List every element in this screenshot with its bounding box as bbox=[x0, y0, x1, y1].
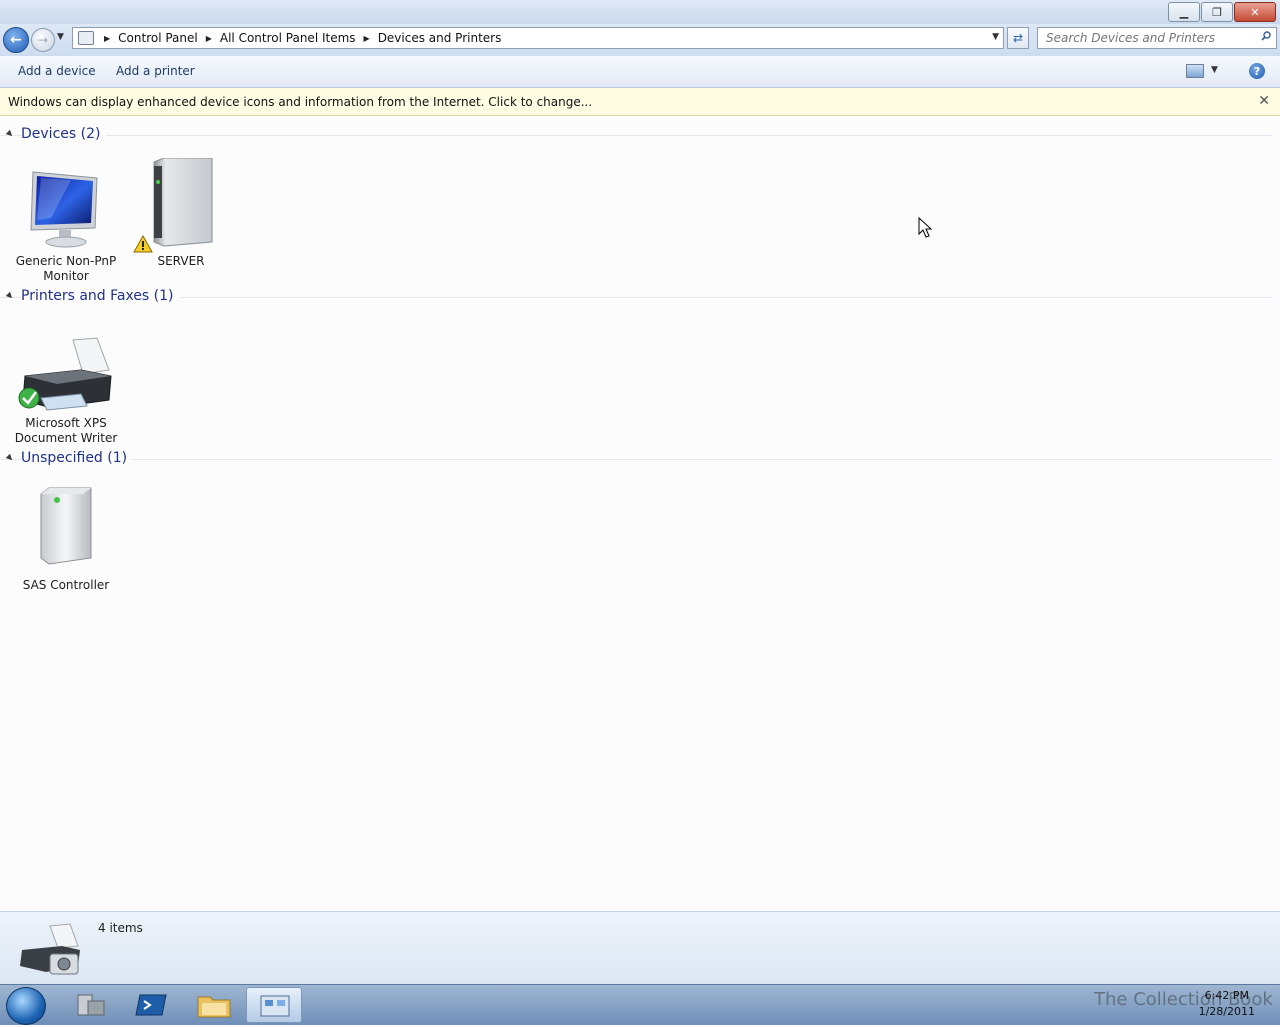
device-sas-controller[interactable]: SAS Controller bbox=[11, 482, 121, 593]
printer-icon bbox=[18, 337, 112, 411]
chevron-right-icon[interactable]: ▶ bbox=[206, 34, 212, 43]
control-panel-icon bbox=[260, 995, 290, 1017]
search-icon[interactable] bbox=[1261, 31, 1271, 41]
group-header-devices[interactable]: Devices (2) bbox=[0, 125, 1280, 145]
taskbar: The Collection Book 6:42 PM 1/28/2011 bbox=[0, 984, 1280, 1025]
breadcrumb: ▶ Control Panel ▶ All Control Panel Item… bbox=[100, 31, 501, 45]
group-title-unspecified[interactable]: Unspecified (1) bbox=[21, 450, 134, 466]
taskbar-explorer[interactable] bbox=[186, 987, 242, 1023]
command-bar: Add a device Add a printer ▼ ? bbox=[0, 56, 1280, 88]
taskbar-powershell[interactable] bbox=[124, 987, 180, 1023]
start-button[interactable] bbox=[6, 987, 46, 1025]
group-divider bbox=[0, 459, 1272, 460]
arrow-right-icon: → bbox=[37, 33, 49, 47]
search-box[interactable] bbox=[1037, 27, 1277, 49]
recent-pages-dropdown[interactable]: ▼ bbox=[57, 32, 64, 42]
taskbar-server-manager[interactable] bbox=[62, 987, 118, 1023]
item-label: Document Writer bbox=[14, 431, 118, 445]
printer-icon-box bbox=[11, 320, 121, 416]
add-printer-button[interactable]: Add a printer bbox=[116, 64, 195, 78]
item-label: Generic Non-PnP bbox=[15, 254, 117, 268]
group-divider bbox=[0, 135, 1272, 136]
device-server[interactable]: SERVER bbox=[126, 157, 236, 269]
printer-xps-writer[interactable]: Microsoft XPS Document Writer bbox=[11, 320, 121, 446]
group-header-printers[interactable]: Printers and Faxes (1) bbox=[0, 287, 1280, 307]
monitor-icon-box bbox=[11, 158, 121, 254]
monitor-icon bbox=[30, 171, 98, 248]
window-controls: ▁ ❐ ✕ bbox=[1167, 2, 1276, 22]
item-label: SAS Controller bbox=[22, 578, 110, 592]
chevron-right-icon[interactable]: ▶ bbox=[104, 34, 110, 43]
help-button[interactable]: ? bbox=[1249, 63, 1265, 79]
item-label: SERVER bbox=[157, 254, 205, 268]
devices-printers-icon bbox=[20, 923, 80, 975]
search-input[interactable] bbox=[1044, 30, 1258, 46]
group-divider bbox=[0, 297, 1272, 298]
mouse-cursor-icon bbox=[918, 217, 932, 238]
taskbar-control-panel[interactable] bbox=[246, 987, 302, 1023]
item-label: Monitor bbox=[43, 269, 89, 283]
forward-button[interactable]: → bbox=[31, 28, 55, 52]
navigation-bar: ← → ▼ ▶ Control Panel ▶ All Control Pane… bbox=[0, 24, 1280, 56]
maximize-button[interactable]: ❐ bbox=[1201, 2, 1233, 22]
breadcrumb-all-items[interactable]: All Control Panel Items bbox=[220, 31, 356, 45]
item-label: Microsoft XPS bbox=[25, 416, 107, 430]
refresh-button[interactable]: ⇄ bbox=[1007, 27, 1029, 49]
chevron-right-icon[interactable]: ▶ bbox=[364, 34, 370, 43]
clock-date: 1/28/2011 bbox=[1198, 1005, 1255, 1018]
clock-time: 6:42 PM bbox=[1204, 989, 1249, 1002]
controller-icon bbox=[40, 487, 92, 565]
view-options-dropdown[interactable]: ▼ bbox=[1211, 65, 1218, 75]
server-manager-icon bbox=[77, 994, 105, 1016]
collapse-triangle-icon[interactable] bbox=[5, 129, 15, 139]
controller-icon-box bbox=[11, 482, 121, 578]
title-bar: ▁ ❐ ✕ bbox=[0, 0, 1280, 24]
server-icon-box bbox=[126, 157, 236, 254]
folder-icon bbox=[197, 996, 231, 1018]
breadcrumb-control-panel[interactable]: Control Panel bbox=[118, 31, 198, 45]
breadcrumb-devices-printers[interactable]: Devices and Printers bbox=[378, 31, 502, 45]
control-panel-icon bbox=[78, 31, 94, 45]
details-pane: 4 items bbox=[0, 911, 1280, 985]
server-icon bbox=[133, 157, 213, 253]
minimize-button[interactable]: ▁ bbox=[1168, 2, 1200, 22]
group-title-devices[interactable]: Devices (2) bbox=[21, 126, 107, 142]
system-clock[interactable]: 6:42 PM 1/28/2011 bbox=[1199, 988, 1255, 1020]
close-button[interactable]: ✕ bbox=[1234, 2, 1276, 22]
information-bar[interactable]: Windows can display enhanced device icon… bbox=[0, 88, 1280, 116]
collapse-triangle-icon[interactable] bbox=[5, 291, 15, 301]
item-count: 4 items bbox=[98, 921, 143, 935]
close-icon[interactable]: ✕ bbox=[1258, 93, 1270, 109]
arrow-left-icon: ← bbox=[10, 32, 22, 48]
back-button[interactable]: ← bbox=[3, 27, 29, 53]
address-bar[interactable]: ▶ Control Panel ▶ All Control Panel Item… bbox=[72, 27, 1004, 49]
group-header-unspecified[interactable]: Unspecified (1) bbox=[0, 449, 1280, 469]
device-generic-monitor[interactable]: Generic Non-PnP Monitor bbox=[11, 158, 121, 284]
add-device-button[interactable]: Add a device bbox=[18, 64, 96, 78]
change-view-icon[interactable] bbox=[1186, 64, 1204, 78]
group-title-printers[interactable]: Printers and Faxes (1) bbox=[21, 288, 180, 304]
refresh-icon: ⇄ bbox=[1012, 31, 1024, 45]
address-dropdown[interactable]: ▼ bbox=[992, 32, 999, 42]
powershell-icon bbox=[135, 994, 167, 1016]
infobar-message[interactable]: Windows can display enhanced device icon… bbox=[8, 95, 592, 109]
collapse-triangle-icon[interactable] bbox=[5, 453, 15, 463]
